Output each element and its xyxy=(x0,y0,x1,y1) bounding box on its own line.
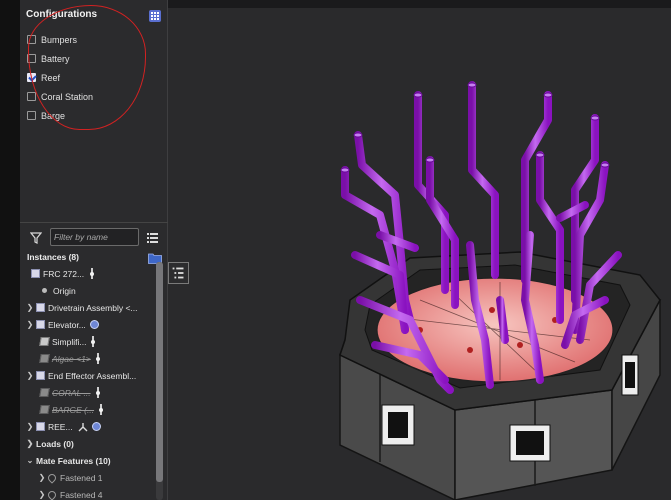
tree-item-label: Elevator... xyxy=(48,319,86,330)
filter-input[interactable] xyxy=(50,228,139,246)
tree-item-label: Simplifi... xyxy=(52,336,87,347)
pin-icon xyxy=(99,404,104,415)
tree-scrollbar[interactable] xyxy=(156,262,163,500)
tree-root[interactable]: FRC 272... xyxy=(20,265,156,282)
chevron-right-icon[interactable]: ❯ xyxy=(26,422,34,431)
tree-row-loads[interactable]: ❯ Loads (0) xyxy=(20,435,156,452)
config-option-label: Barge xyxy=(41,110,66,121)
pin-icon xyxy=(90,268,95,279)
scroll-thumb[interactable] xyxy=(156,262,163,482)
chevron-right-icon[interactable]: ❯ xyxy=(38,490,46,499)
configurations-title: Configurations xyxy=(26,9,98,20)
tree-row-suppressed[interactable]: Algae <1> xyxy=(20,350,156,367)
pin-icon xyxy=(91,336,96,347)
part-icon xyxy=(39,388,50,397)
filter-icon[interactable] xyxy=(30,232,42,244)
panel-divider xyxy=(20,222,168,223)
chevron-right-icon[interactable]: ❯ xyxy=(38,473,46,482)
tree-item-label: Drivetrain Assembly <... xyxy=(48,302,138,313)
tree-row-suppressed[interactable]: BARGE (... xyxy=(20,401,156,418)
assembly-icon xyxy=(36,422,45,431)
info-badge-icon xyxy=(89,320,99,329)
origin-icon xyxy=(42,288,47,293)
filter-row xyxy=(20,226,168,250)
mate-icon xyxy=(46,471,58,484)
mate-label: Fastened 1 xyxy=(60,472,103,483)
part-icon xyxy=(39,405,50,414)
config-option-battery[interactable]: Battery xyxy=(27,49,93,68)
tree-row-mate[interactable]: ❯ Fastened 1 xyxy=(20,469,156,486)
config-option-bumpers[interactable]: Bumpers xyxy=(27,30,93,49)
tree-row-origin[interactable]: Origin xyxy=(20,282,156,299)
chevron-down-icon[interactable]: ⌄ xyxy=(26,456,34,465)
left-edge-strip xyxy=(0,0,20,500)
info-badge-icon xyxy=(91,422,101,431)
assembly-icon xyxy=(36,320,45,329)
list-icon[interactable] xyxy=(147,232,158,243)
mate-icon xyxy=(46,488,58,500)
assembly-icon xyxy=(31,269,40,278)
part-icon xyxy=(39,337,50,346)
tree-item-label: REE... xyxy=(48,421,73,432)
chevron-right-icon[interactable]: ❯ xyxy=(26,303,34,312)
mate-features-label: Mate Features (10) xyxy=(36,455,111,466)
configurations-panel: Configurations Bumpers Battery Reef Cora… xyxy=(20,0,168,222)
checkbox[interactable] xyxy=(27,35,36,44)
pin-icon xyxy=(95,353,100,364)
tree-item-label: End Effector Assembl... xyxy=(48,370,137,381)
tree-toggle-button[interactable] xyxy=(168,262,189,284)
tree-item-label: BARGE (... xyxy=(52,404,95,415)
config-option-label: Reef xyxy=(41,72,61,83)
config-option-coral-station[interactable]: Coral Station xyxy=(27,87,93,106)
tree-row[interactable]: ❯ Elevator... xyxy=(20,316,156,333)
chevron-right-icon[interactable]: ❯ xyxy=(26,320,34,329)
config-option-barge[interactable]: Barge xyxy=(27,106,93,125)
tree-toggle-icon xyxy=(172,267,184,279)
tree-row-mate[interactable]: ❯ Fastened 4 xyxy=(20,486,156,500)
assembly-icon xyxy=(36,371,45,380)
assembly-icon xyxy=(36,303,45,312)
tree-row-mate-features[interactable]: ⌄ Mate Features (10) xyxy=(20,452,156,469)
tree-item-label: CORAL ... xyxy=(52,387,91,398)
tree-root-label: FRC 272... xyxy=(43,268,85,279)
checkbox[interactable] xyxy=(27,54,36,63)
chevron-right-icon[interactable]: ❯ xyxy=(26,371,34,380)
tree-row[interactable]: ❯ REE... xyxy=(20,418,156,435)
pin-icon xyxy=(95,387,100,398)
part-icon xyxy=(39,354,50,363)
checkbox[interactable] xyxy=(27,92,36,101)
loads-label: Loads (0) xyxy=(36,438,74,449)
reef-model-render xyxy=(339,81,662,500)
instance-tree: FRC 272... Origin ❯ Drivetrain Assembly … xyxy=(20,265,156,500)
config-option-label: Battery xyxy=(41,53,70,64)
3d-viewport[interactable] xyxy=(168,0,671,500)
grid-icon[interactable] xyxy=(149,10,161,22)
branch-icon xyxy=(78,422,88,431)
tree-row[interactable]: ❯ End Effector Assembl... xyxy=(20,367,156,384)
checkbox-checked[interactable] xyxy=(27,73,36,82)
tree-row-suppressed[interactable]: CORAL ... xyxy=(20,384,156,401)
tree-row[interactable]: Simplifi... xyxy=(20,333,156,350)
chevron-right-icon[interactable]: ❯ xyxy=(26,439,34,448)
tree-item-label: Algae <1> xyxy=(52,353,91,364)
instances-header: Instances (8) xyxy=(27,252,79,262)
checkbox[interactable] xyxy=(27,111,36,120)
mate-label: Fastened 4 xyxy=(60,489,103,500)
config-option-label: Bumpers xyxy=(41,34,78,45)
config-option-reef[interactable]: Reef xyxy=(27,68,93,87)
origin-label: Origin xyxy=(53,285,76,296)
configuration-options: Bumpers Battery Reef Coral Station Barge xyxy=(27,30,93,125)
config-option-label: Coral Station xyxy=(41,91,94,102)
tree-row[interactable]: ❯ Drivetrain Assembly <... xyxy=(20,299,156,316)
